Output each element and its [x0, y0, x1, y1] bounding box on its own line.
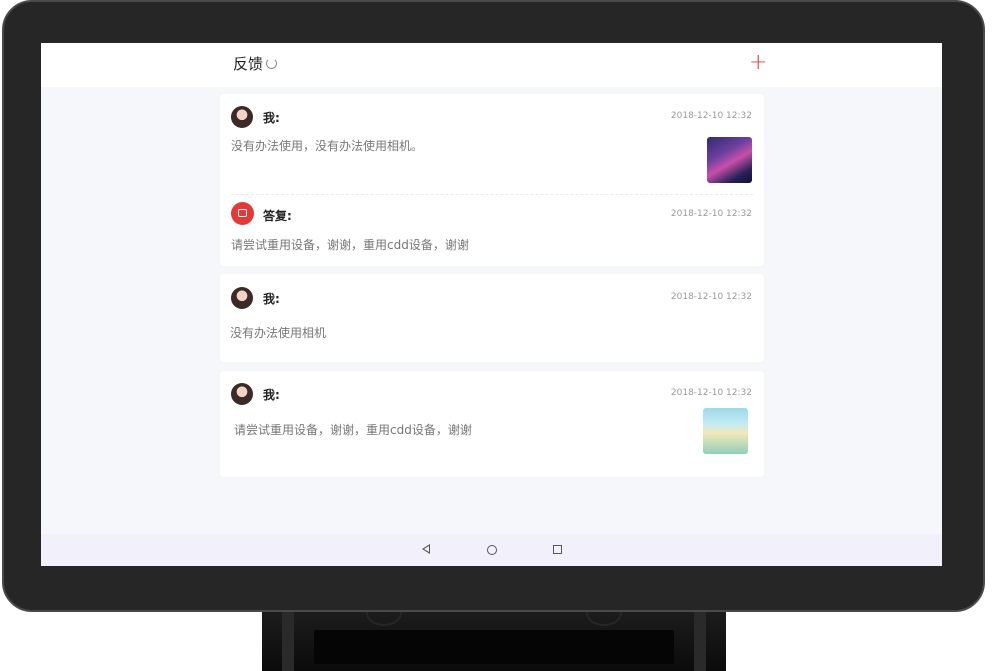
stand-window — [314, 630, 674, 664]
message-timestamp: 2018-12-10 12:32 — [670, 111, 752, 121]
message-text: 请尝试重用设备，谢谢，重用cdd设备，谢谢 — [234, 423, 472, 437]
home-circle-icon[interactable] — [487, 545, 497, 555]
top-bar: 反馈 + — [41, 43, 942, 87]
recents-square-icon[interactable] — [553, 545, 562, 554]
app-screen: 反馈 + 我: 2018-12-10 12:32 没有办法使用，没有办法使用相机… — [41, 43, 942, 566]
attachment-thumbnail[interactable] — [703, 408, 748, 454]
message-timestamp: 2018-12-10 12:32 — [670, 388, 752, 398]
message-text: 没有办法使用，没有办法使用相机。 — [231, 139, 424, 153]
add-feedback-button[interactable]: + — [749, 51, 767, 75]
message-timestamp: 2018-12-10 12:32 — [670, 292, 752, 302]
stand-rib — [694, 606, 706, 671]
feedback-card[interactable]: 我: 2018-12-10 12:32 没有办法使用相机 — [220, 274, 764, 362]
reply-text: 请尝试重用设备，谢谢，重用cdd设备，谢谢 — [231, 238, 469, 252]
user-label: 我: — [263, 388, 280, 402]
divider — [231, 194, 753, 195]
message-text: 没有办法使用相机 — [230, 326, 327, 340]
feedback-card[interactable]: 我: 2018-12-10 12:32 没有办法使用，没有办法使用相机。 答复:… — [220, 94, 764, 266]
user-label: 我: — [263, 292, 280, 306]
device-stand — [262, 600, 726, 671]
system-nav-bar — [41, 534, 942, 566]
stand-rib — [282, 606, 294, 671]
refresh-icon[interactable] — [266, 58, 277, 69]
reply-label: 答复: — [263, 209, 292, 223]
feedback-card[interactable]: 我: 2018-12-10 12:32 请尝试重用设备，谢谢，重用cdd设备，谢… — [220, 371, 764, 477]
attachment-thumbnail[interactable] — [707, 137, 752, 183]
back-triangle-icon[interactable] — [422, 544, 430, 554]
user-label: 我: — [263, 111, 280, 125]
page-title: 反馈 — [233, 55, 264, 73]
avatar — [231, 383, 253, 405]
reply-message-icon — [231, 202, 254, 225]
avatar — [231, 287, 253, 309]
avatar — [231, 106, 253, 128]
reply-timestamp: 2018-12-10 12:32 — [670, 209, 752, 219]
